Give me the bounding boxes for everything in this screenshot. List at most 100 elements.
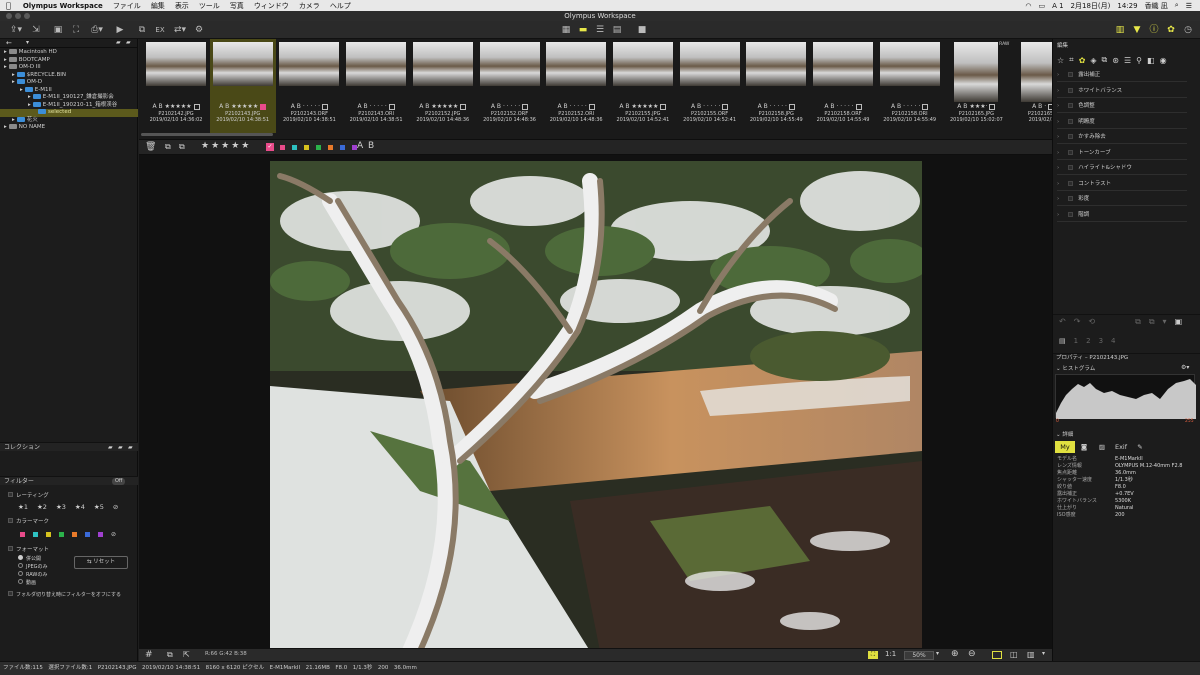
adjust-checkbox[interactable]	[1068, 165, 1074, 170]
export-icon[interactable]: ⇲	[30, 24, 42, 36]
thumbnail[interactable]: A B ★★★★★ P2102142.JPG 2019/02/10 14:36:02	[143, 39, 209, 133]
actual-size-icon[interactable]: 1:1	[885, 650, 896, 658]
thumbnail[interactable]: A B · · · · · P2102158.ORI 2019/02/10 14:55…	[877, 39, 943, 133]
ab-mark[interactable]: A B	[758, 103, 768, 110]
format-checkbox[interactable]	[8, 546, 13, 551]
user-label[interactable]: 香織 凪	[1145, 1, 1168, 11]
tree-row[interactable]: ▸ $RECYCLE.BIN	[0, 71, 138, 80]
colormark-box[interactable]	[522, 103, 529, 110]
adjust-item[interactable]: › 露出補正	[1057, 68, 1187, 82]
new-folder-icon[interactable]: ▰	[116, 39, 121, 46]
adjust-item[interactable]: › ハイライト&シャドウ	[1057, 161, 1187, 175]
colormark-box[interactable]	[855, 103, 862, 110]
search-icon[interactable]: ⌕	[1175, 1, 1179, 10]
tab-camera-icon[interactable]: ◙	[1075, 441, 1093, 453]
thumbnail-rating[interactable]: A B · · · · ·	[543, 103, 609, 110]
minimize-window-button[interactable]	[15, 13, 21, 19]
delete-collection-icon[interactable]: ▰	[128, 443, 133, 452]
menu-view[interactable]: 表示	[175, 1, 189, 11]
thumbnail-stars[interactable]: · · · · ·	[903, 103, 920, 110]
thumbnail-stars[interactable]: · · · · ·	[570, 103, 587, 110]
battery-icon[interactable]: ▭	[1038, 2, 1045, 10]
save-adjust-icon[interactable]: ▣	[1175, 317, 1183, 326]
tab-edit-icon[interactable]: ✎	[1131, 441, 1149, 453]
tab-exif[interactable]: Exif	[1111, 441, 1131, 453]
disclosure-arrow-icon[interactable]: ▸	[4, 49, 7, 55]
star-tab-icon[interactable]: ☆	[1057, 56, 1064, 65]
colormark-button[interactable]	[280, 145, 285, 150]
add-collection-icon[interactable]: ▰	[108, 443, 113, 452]
adjust-checkbox[interactable]	[1068, 72, 1074, 77]
filter-panel-icon[interactable]: ▼	[1131, 24, 1143, 36]
menu-edit[interactable]: 編集	[151, 1, 165, 11]
tag-tab-icon[interactable]: ⊛	[1112, 56, 1119, 65]
mask-tab-icon[interactable]: ◈	[1090, 56, 1096, 65]
thumbnail-stars[interactable]: ★★★★★	[431, 103, 458, 110]
disclosure-arrow-icon[interactable]: ▸	[4, 57, 7, 63]
input-indicator[interactable]: A 1	[1052, 2, 1063, 10]
colormark-button[interactable]	[328, 145, 333, 150]
colormark-box[interactable]	[388, 103, 395, 110]
color-panel-icon[interactable]: ✿	[1165, 24, 1177, 36]
thumbnail-stars[interactable]: · · · · ·	[770, 103, 787, 110]
wifi-icon[interactable]: ◠	[1025, 2, 1031, 10]
thumbnail-rating[interactable]: A B ★★★★★	[143, 103, 209, 110]
disclosure-arrow-icon[interactable]: ▸	[4, 124, 7, 130]
menu-help[interactable]: ヘルプ	[330, 1, 351, 11]
menu-file[interactable]: ファイル	[113, 1, 141, 11]
disclosure-arrow-icon[interactable]: ▸	[20, 87, 23, 93]
format-option-video[interactable]: 動画	[18, 579, 48, 587]
histogram-label[interactable]: ⌄ ヒストグラム	[1056, 364, 1095, 372]
format-option-jpeg[interactable]: JPEGのみ	[18, 563, 48, 571]
thumbnail-rating[interactable]: A B · · · · ·	[743, 103, 809, 110]
thumbnail-stars[interactable]: ★★★★★	[632, 103, 659, 110]
thumbnail-rating[interactable]: A B ★★★★★	[610, 103, 676, 110]
edit-collection-icon[interactable]: ▰	[118, 443, 123, 452]
tree-row[interactable]: ▸ 花火	[0, 116, 138, 125]
colormark-box[interactable]	[660, 103, 667, 110]
disclosure-arrow-icon[interactable]: ▸	[12, 72, 15, 78]
rating-3[interactable]: ★3	[56, 503, 66, 511]
adjust-item[interactable]: › トーンカーブ	[1057, 146, 1187, 160]
close-window-button[interactable]	[6, 13, 12, 19]
tab-image-icon[interactable]: ▨	[1093, 441, 1111, 453]
ab-mark[interactable]: A B	[219, 103, 229, 110]
thumbnail-rating[interactable]: A B · · · · ·	[276, 103, 342, 110]
tree-row[interactable]: ▸ E-M1II	[0, 86, 138, 95]
thumbnail-rating[interactable]: A B · · · · ·	[810, 103, 876, 110]
colormark-box[interactable]	[989, 103, 996, 110]
thumbnail-rating[interactable]: A B · · · · ·	[877, 103, 943, 110]
colormark-box[interactable]	[322, 103, 329, 110]
disclosure-arrow-icon[interactable]: ▸	[28, 94, 31, 100]
tab-my[interactable]: My	[1055, 441, 1075, 453]
reset-button[interactable]: ⇆ リセット	[74, 556, 128, 569]
rating-1[interactable]: ★1	[18, 503, 28, 511]
menu-app-name[interactable]: Olympus Workspace	[23, 2, 103, 10]
folder-filter-checkbox[interactable]	[8, 591, 13, 596]
fit-screen-icon[interactable]: ⛶	[868, 651, 878, 659]
adjust-item[interactable]: › 色調整	[1057, 99, 1187, 113]
adjust-checkbox[interactable]	[1068, 103, 1074, 108]
thumbnail-stars[interactable]: · · · · ·	[303, 103, 320, 110]
adjust-item[interactable]: › 彩度	[1057, 192, 1187, 206]
colormark-button[interactable]	[292, 145, 297, 150]
transfer-icon[interactable]: ⇄▾	[172, 24, 188, 36]
thumbnail-stars[interactable]: · · · · ·	[836, 103, 853, 110]
preset-slot-2[interactable]: 2	[1086, 337, 1090, 345]
ab-mark[interactable]: A B	[357, 103, 367, 110]
thumbnail[interactable]: A B ★★★· P2102165.JPG 2019/02/10 15:02:07 RA…	[943, 39, 1009, 133]
no-rating-icon[interactable]: ⊘	[113, 503, 118, 511]
menu-photo[interactable]: 写真	[230, 1, 244, 11]
details-label[interactable]: ⌄ 詳細	[1056, 430, 1073, 438]
ab-mark[interactable]: A B	[691, 103, 701, 110]
zoom-select[interactable]: 50%	[904, 651, 934, 660]
adjust-checkbox[interactable]	[1068, 180, 1074, 186]
thumbnail[interactable]: A B ★★★★★ P2102143.JPG 2019/02/10 14:38:51	[209, 39, 276, 133]
copy-icon[interactable]: ⧉	[165, 142, 171, 152]
list-view-icon[interactable]: ☰	[594, 24, 606, 36]
thumbnail[interactable]: A B · · · · · P2102158.JPG 2019/02/10 14:55…	[743, 39, 809, 133]
ab-mark[interactable]: A B	[824, 103, 834, 110]
apple-icon[interactable]: 	[6, 1, 11, 10]
crop-tab-icon[interactable]: ⌗	[1069, 55, 1074, 65]
thumbnail[interactable]: A B ★★★★★ P2102155.JPG 2019/02/10 14:52:41	[610, 39, 676, 133]
